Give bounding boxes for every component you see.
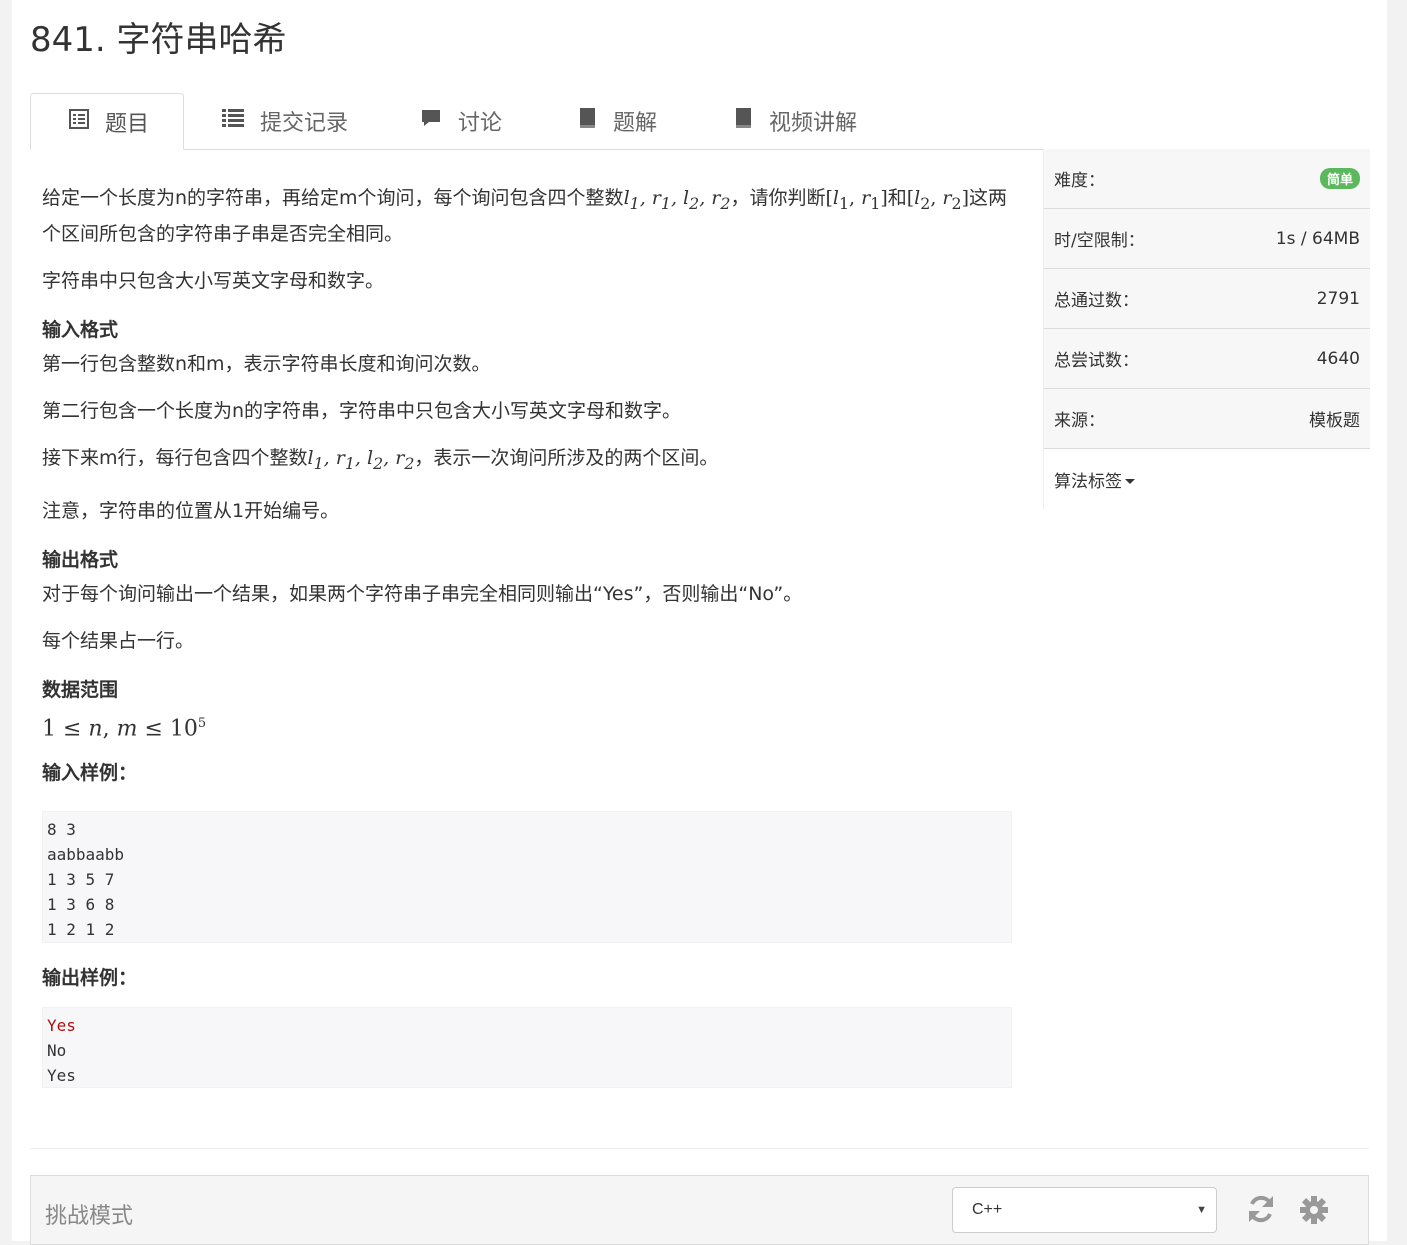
sample-input-line: 8 3: [47, 820, 76, 839]
source-row: 来源： 模板题: [1044, 389, 1370, 449]
difficulty-badge: 简单: [1319, 168, 1360, 189]
list-icon: [222, 108, 244, 134]
problem-card: 841. 字符串哈希 题目 提交记录 讨论 题解 视频讲解 给定一个长度为n的字…: [12, 0, 1387, 1245]
gear-icon[interactable]: [1299, 1195, 1329, 1230]
tab-problem[interactable]: 题目: [30, 93, 184, 150]
passed-row: 总通过数： 2791: [1044, 269, 1370, 329]
sample-output-block: Yes No Yes: [42, 1007, 1012, 1088]
passed-label: 总通过数：: [1054, 291, 1139, 311]
difficulty-label: 难度：: [1054, 171, 1105, 191]
book-icon: [577, 107, 597, 135]
input-line-3: 接下来m行，每行包含四个整数l1, r1, l2, r2，表示一次询问所涉及的两…: [42, 446, 719, 473]
output-line-1: 对于每个询问输出一个结果，如果两个字符串子串完全相同则输出“Yes”，否则输出“…: [42, 582, 803, 605]
tab-video-label: 视频讲解: [769, 109, 858, 135]
tried-value: 4640: [1316, 348, 1360, 369]
dropdown-arrow-icon: ▼: [1196, 1204, 1207, 1216]
page-title: 841. 字符串哈希: [30, 20, 287, 60]
book-icon: [733, 107, 753, 135]
problem-statement: 给定一个长度为n的字符串，再给定m个询问，每个询问包含四个整数l1, r1, l…: [42, 187, 1008, 245]
input-line-2: 第二行包含一个长度为n的字符串，字符串中只包含大小写英文字母和数字。: [42, 399, 682, 422]
comment-icon: [420, 108, 442, 134]
sample-input-line: aabbaabb: [47, 845, 125, 864]
input-line-1: 第一行包含整数n和m，表示字符串长度和询问次数。: [42, 352, 491, 375]
editor-toolbar: 挑战模式 C++ ▼: [30, 1175, 1369, 1245]
sample-input-line: 1 3 6 8: [47, 895, 115, 914]
refresh-icon[interactable]: [1247, 1194, 1275, 1229]
data-range-heading: 数据范围: [42, 678, 119, 701]
tab-problem-label: 题目: [105, 110, 150, 136]
tab-submissions-label: 提交记录: [260, 109, 349, 135]
language-selected-value: C++: [972, 1201, 1003, 1218]
source-value: 模板题: [1309, 411, 1360, 431]
sample-output-heading-wrap: 输出样例：: [42, 963, 1017, 993]
sample-output-line: Yes: [47, 1066, 76, 1085]
problem-info-sidebar: 难度： 简单 时/空限制： 1s / 64MB 总通过数： 2791 总尝试数：…: [1043, 149, 1370, 509]
limit-value: 1s / 64MB: [1275, 228, 1360, 249]
tab-video[interactable]: 视频讲解: [733, 93, 893, 148]
difficulty-row: 难度： 简单: [1044, 149, 1370, 209]
sample-output-line: No: [47, 1041, 67, 1060]
problem-charset: 字符串中只包含大小写英文字母和数字。: [42, 269, 385, 292]
tab-solutions-label: 题解: [613, 109, 658, 135]
source-label: 来源：: [1054, 411, 1105, 431]
tried-label: 总尝试数：: [1054, 351, 1139, 371]
caret-down-icon: [1125, 479, 1135, 484]
tab-discuss-label: 讨论: [458, 109, 503, 135]
tried-row: 总尝试数： 4640: [1044, 329, 1370, 389]
limit-label: 时/空限制：: [1054, 231, 1145, 251]
sample-input-heading: 输入样例：: [42, 761, 138, 784]
input-line-4: 注意，字符串的位置从1开始编号。: [42, 499, 340, 522]
output-format-heading: 输出格式: [42, 548, 119, 571]
passed-value: 2791: [1316, 288, 1360, 309]
output-line-2: 每个结果占一行。: [42, 629, 195, 652]
tab-bar: 题目 提交记录 讨论 题解 视频讲解: [30, 93, 1369, 150]
data-range-formula: 1 ≤ n, m ≤ 105: [42, 715, 207, 741]
algorithm-tags-toggle[interactable]: 算法标签: [1044, 449, 1370, 509]
tab-solutions[interactable]: 题解: [577, 93, 697, 148]
limit-row: 时/空限制： 1s / 64MB: [1044, 209, 1370, 269]
tab-discuss[interactable]: 讨论: [420, 93, 540, 148]
list-alt-icon: [69, 108, 89, 135]
sample-output-line: Yes: [47, 1016, 76, 1035]
input-format-heading: 输入格式: [42, 318, 119, 341]
tab-submissions[interactable]: 提交记录: [222, 93, 382, 148]
challenge-mode-label[interactable]: 挑战模式: [45, 1198, 133, 1230]
algorithm-tags-label: 算法标签: [1054, 467, 1135, 492]
sample-output-heading: 输出样例：: [42, 967, 138, 989]
sample-input-block: 8 3 aabbaabb 1 3 5 7 1 3 6 8 1 2 1 2: [42, 811, 1012, 943]
section-divider: [30, 1148, 1369, 1149]
sample-input-line: 1 2 1 2: [47, 920, 115, 939]
language-select[interactable]: C++ ▼: [952, 1187, 1217, 1233]
problem-description: 给定一个长度为n的字符串，再给定m个询问，每个询问包含四个整数l1, r1, l…: [42, 175, 1017, 788]
sample-input-line: 1 3 5 7: [47, 870, 115, 889]
